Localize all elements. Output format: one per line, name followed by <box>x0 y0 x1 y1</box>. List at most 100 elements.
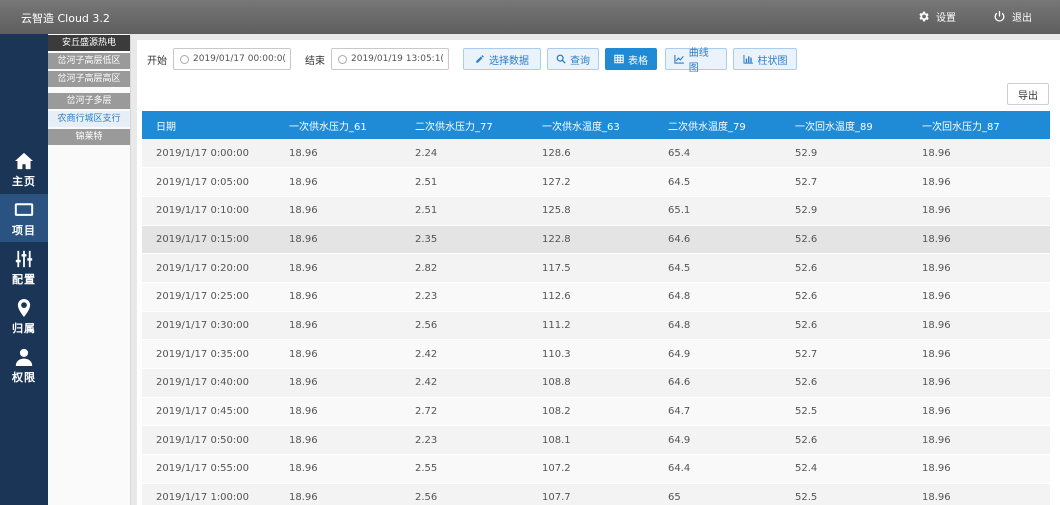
table-cell: 18.96 <box>275 196 401 226</box>
table-row[interactable]: 2019/1/17 0:00:00 18.96 2.24 128.6 65.4 52.9 1… <box>142 139 1050 169</box>
column-header[interactable]: 二次供水压力_77 <box>401 111 528 139</box>
nav-item-belong[interactable]: 归属 <box>0 292 48 340</box>
table-row[interactable]: 2019/1/17 0:40:00 18.96 2.42 108.8 64.6 52.6 1… <box>142 368 1050 398</box>
table-cell: 18.96 <box>908 196 1050 226</box>
table-cell: 18.96 <box>908 139 1050 169</box>
table-view-button[interactable]: 表格 <box>605 48 657 70</box>
column-header[interactable]: 日期 <box>142 111 275 139</box>
table-cell: 18.96 <box>908 225 1050 255</box>
data-table: 日期 一次供水压力_61 二次供水压力_77 一次供水温度_63 二次供水温度_… <box>142 111 1050 505</box>
table-cell: 52.6 <box>781 311 908 341</box>
table-cell: 64.9 <box>654 425 781 456</box>
clock-icon <box>338 54 347 64</box>
table-row[interactable]: 2019/1/17 0:55:00 18.96 2.55 107.2 64.4 52.4 1… <box>142 454 1050 484</box>
table-cell: 108.2 <box>528 397 654 427</box>
column-header[interactable]: 一次供水温度_63 <box>528 111 654 139</box>
export-button[interactable]: 导出 <box>1007 83 1049 105</box>
user-icon <box>15 348 33 366</box>
table-row[interactable]: 2019/1/17 0:25:00 18.96 2.23 112.6 64.8 52.6 1… <box>142 282 1050 312</box>
table-cell: 52.7 <box>781 339 908 369</box>
table-cell: 52.6 <box>781 225 908 255</box>
table-cell: 107.2 <box>528 454 654 484</box>
table-cell: 111.2 <box>528 311 654 341</box>
table-icon <box>614 54 624 64</box>
table-row[interactable]: 2019/1/17 0:15:00 18.96 2.35 122.8 64.6 52.6 1… <box>142 225 1050 255</box>
table-body: 2019/1/17 0:00:00 18.96 2.24 128.6 65.4 52.9 1… <box>142 139 1050 505</box>
table-cell: 18.96 <box>275 454 401 484</box>
table-cell: 2.82 <box>401 253 528 283</box>
table-cell: 18.96 <box>275 339 401 369</box>
table-cell: 2.55 <box>401 454 528 484</box>
bar-chart-button[interactable]: 柱状图 <box>733 48 797 70</box>
table-cell: 2.72 <box>401 397 528 427</box>
project-item-selected[interactable]: 农商行城区支行 <box>48 111 130 127</box>
nav-item-project[interactable]: 项目 <box>0 194 48 242</box>
table-row[interactable]: 2019/1/17 0:45:00 18.96 2.72 108.2 64.7 52.5 1… <box>142 397 1050 427</box>
table-cell: 2.56 <box>401 483 528 505</box>
settings-label: 设置 <box>936 13 956 24</box>
project-item[interactable]: 岔河子高层低区 <box>48 53 130 69</box>
table-cell: 108.8 <box>528 368 654 398</box>
left-nav: 主页 项目 配置 归属 权限 <box>0 34 48 505</box>
app-title: 云智造 Cloud 3.2 <box>21 12 110 25</box>
start-date-input[interactable]: 2019/01/17 00:00:0( <box>173 48 291 70</box>
search-icon <box>556 54 566 64</box>
table-cell: 2019/1/17 0:40:00 <box>142 368 275 398</box>
nav-label-home: 主页 <box>12 175 36 188</box>
column-header[interactable]: 一次供水压力_61 <box>275 111 401 139</box>
table-cell: 110.3 <box>528 339 654 369</box>
table-cell: 2019/1/17 0:00:00 <box>142 139 275 169</box>
table-row[interactable]: 2019/1/17 0:50:00 18.96 2.23 108.1 64.9 52.6 1… <box>142 425 1050 456</box>
table-cell: 52.4 <box>781 454 908 484</box>
nav-label-project: 项目 <box>12 224 36 237</box>
project-item[interactable]: 岔河子多层 <box>48 93 130 109</box>
table-cell: 18.96 <box>275 425 401 456</box>
column-header[interactable]: 一次回水温度_89 <box>781 111 908 139</box>
column-header[interactable]: 一次回水压力_87 <box>908 111 1050 139</box>
project-item[interactable]: 安丘盛源热电 <box>48 35 130 51</box>
start-date-value: 2019/01/17 00:00:0( <box>193 54 286 64</box>
table-cell: 18.96 <box>908 483 1050 505</box>
table-cell: 2019/1/17 0:35:00 <box>142 339 275 369</box>
table-row[interactable]: 2019/1/17 0:20:00 18.96 2.82 117.5 64.5 52.6 1… <box>142 253 1050 283</box>
nav-item-home[interactable]: 主页 <box>0 145 48 193</box>
table-cell: 64.7 <box>654 397 781 427</box>
logout-button[interactable]: 退出 <box>993 9 1032 24</box>
table-cell: 2019/1/17 0:10:00 <box>142 196 275 226</box>
end-date-input[interactable]: 2019/01/19 13:05:1( <box>331 48 449 70</box>
project-item[interactable]: 岔河子高层高区 <box>48 71 130 87</box>
nav-label-config: 配置 <box>12 273 36 286</box>
table-row[interactable]: 2019/1/17 0:05:00 18.96 2.51 127.2 64.5 52.7 1… <box>142 167 1050 197</box>
settings-button[interactable]: 设置 <box>917 9 956 24</box>
table-row[interactable]: 2019/1/17 1:00:00 18.96 2.56 107.7 65 52.5 18.… <box>142 483 1050 505</box>
line-chart-button[interactable]: 曲线图 <box>665 48 727 74</box>
table-cell: 64.8 <box>654 311 781 341</box>
table-cell: 2019/1/17 0:20:00 <box>142 253 275 283</box>
table-cell: 112.6 <box>528 282 654 312</box>
table-row[interactable]: 2019/1/17 0:35:00 18.96 2.42 110.3 64.9 52.7 1… <box>142 339 1050 369</box>
nav-item-config[interactable]: 配置 <box>0 243 48 291</box>
table-cell: 2019/1/17 0:15:00 <box>142 225 275 255</box>
top-bar: 云智造 Cloud 3.2 设置 退出 <box>0 0 1060 34</box>
clock-icon <box>180 54 189 64</box>
table-cell: 18.96 <box>908 311 1050 341</box>
table-cell: 2.42 <box>401 368 528 398</box>
table-cell: 2019/1/17 0:25:00 <box>142 282 275 312</box>
table-cell: 2.51 <box>401 167 528 197</box>
table-row[interactable]: 2019/1/17 0:10:00 18.96 2.51 125.8 65.1 52.9 1… <box>142 196 1050 226</box>
table-header-row: 日期 一次供水压力_61 二次供水压力_77 一次供水温度_63 二次供水温度_… <box>142 111 1050 139</box>
column-header[interactable]: 二次供水温度_79 <box>654 111 781 139</box>
project-item[interactable]: 锦莱特 <box>48 129 130 145</box>
table-cell: 2.23 <box>401 282 528 312</box>
table-cell: 52.6 <box>781 253 908 283</box>
table-row[interactable]: 2019/1/17 0:30:00 18.96 2.56 111.2 64.8 52.6 1… <box>142 311 1050 341</box>
table-cell: 65.1 <box>654 196 781 226</box>
nav-item-permission[interactable]: 权限 <box>0 341 48 389</box>
table-cell: 52.7 <box>781 167 908 197</box>
table-cell: 64.6 <box>654 225 781 255</box>
select-data-button[interactable]: 选择数据 <box>463 48 541 70</box>
table-cell: 64.6 <box>654 368 781 398</box>
select-data-label: 选择数据 <box>489 55 529 67</box>
table-cell: 52.5 <box>781 397 908 427</box>
query-button[interactable]: 查询 <box>547 48 599 70</box>
